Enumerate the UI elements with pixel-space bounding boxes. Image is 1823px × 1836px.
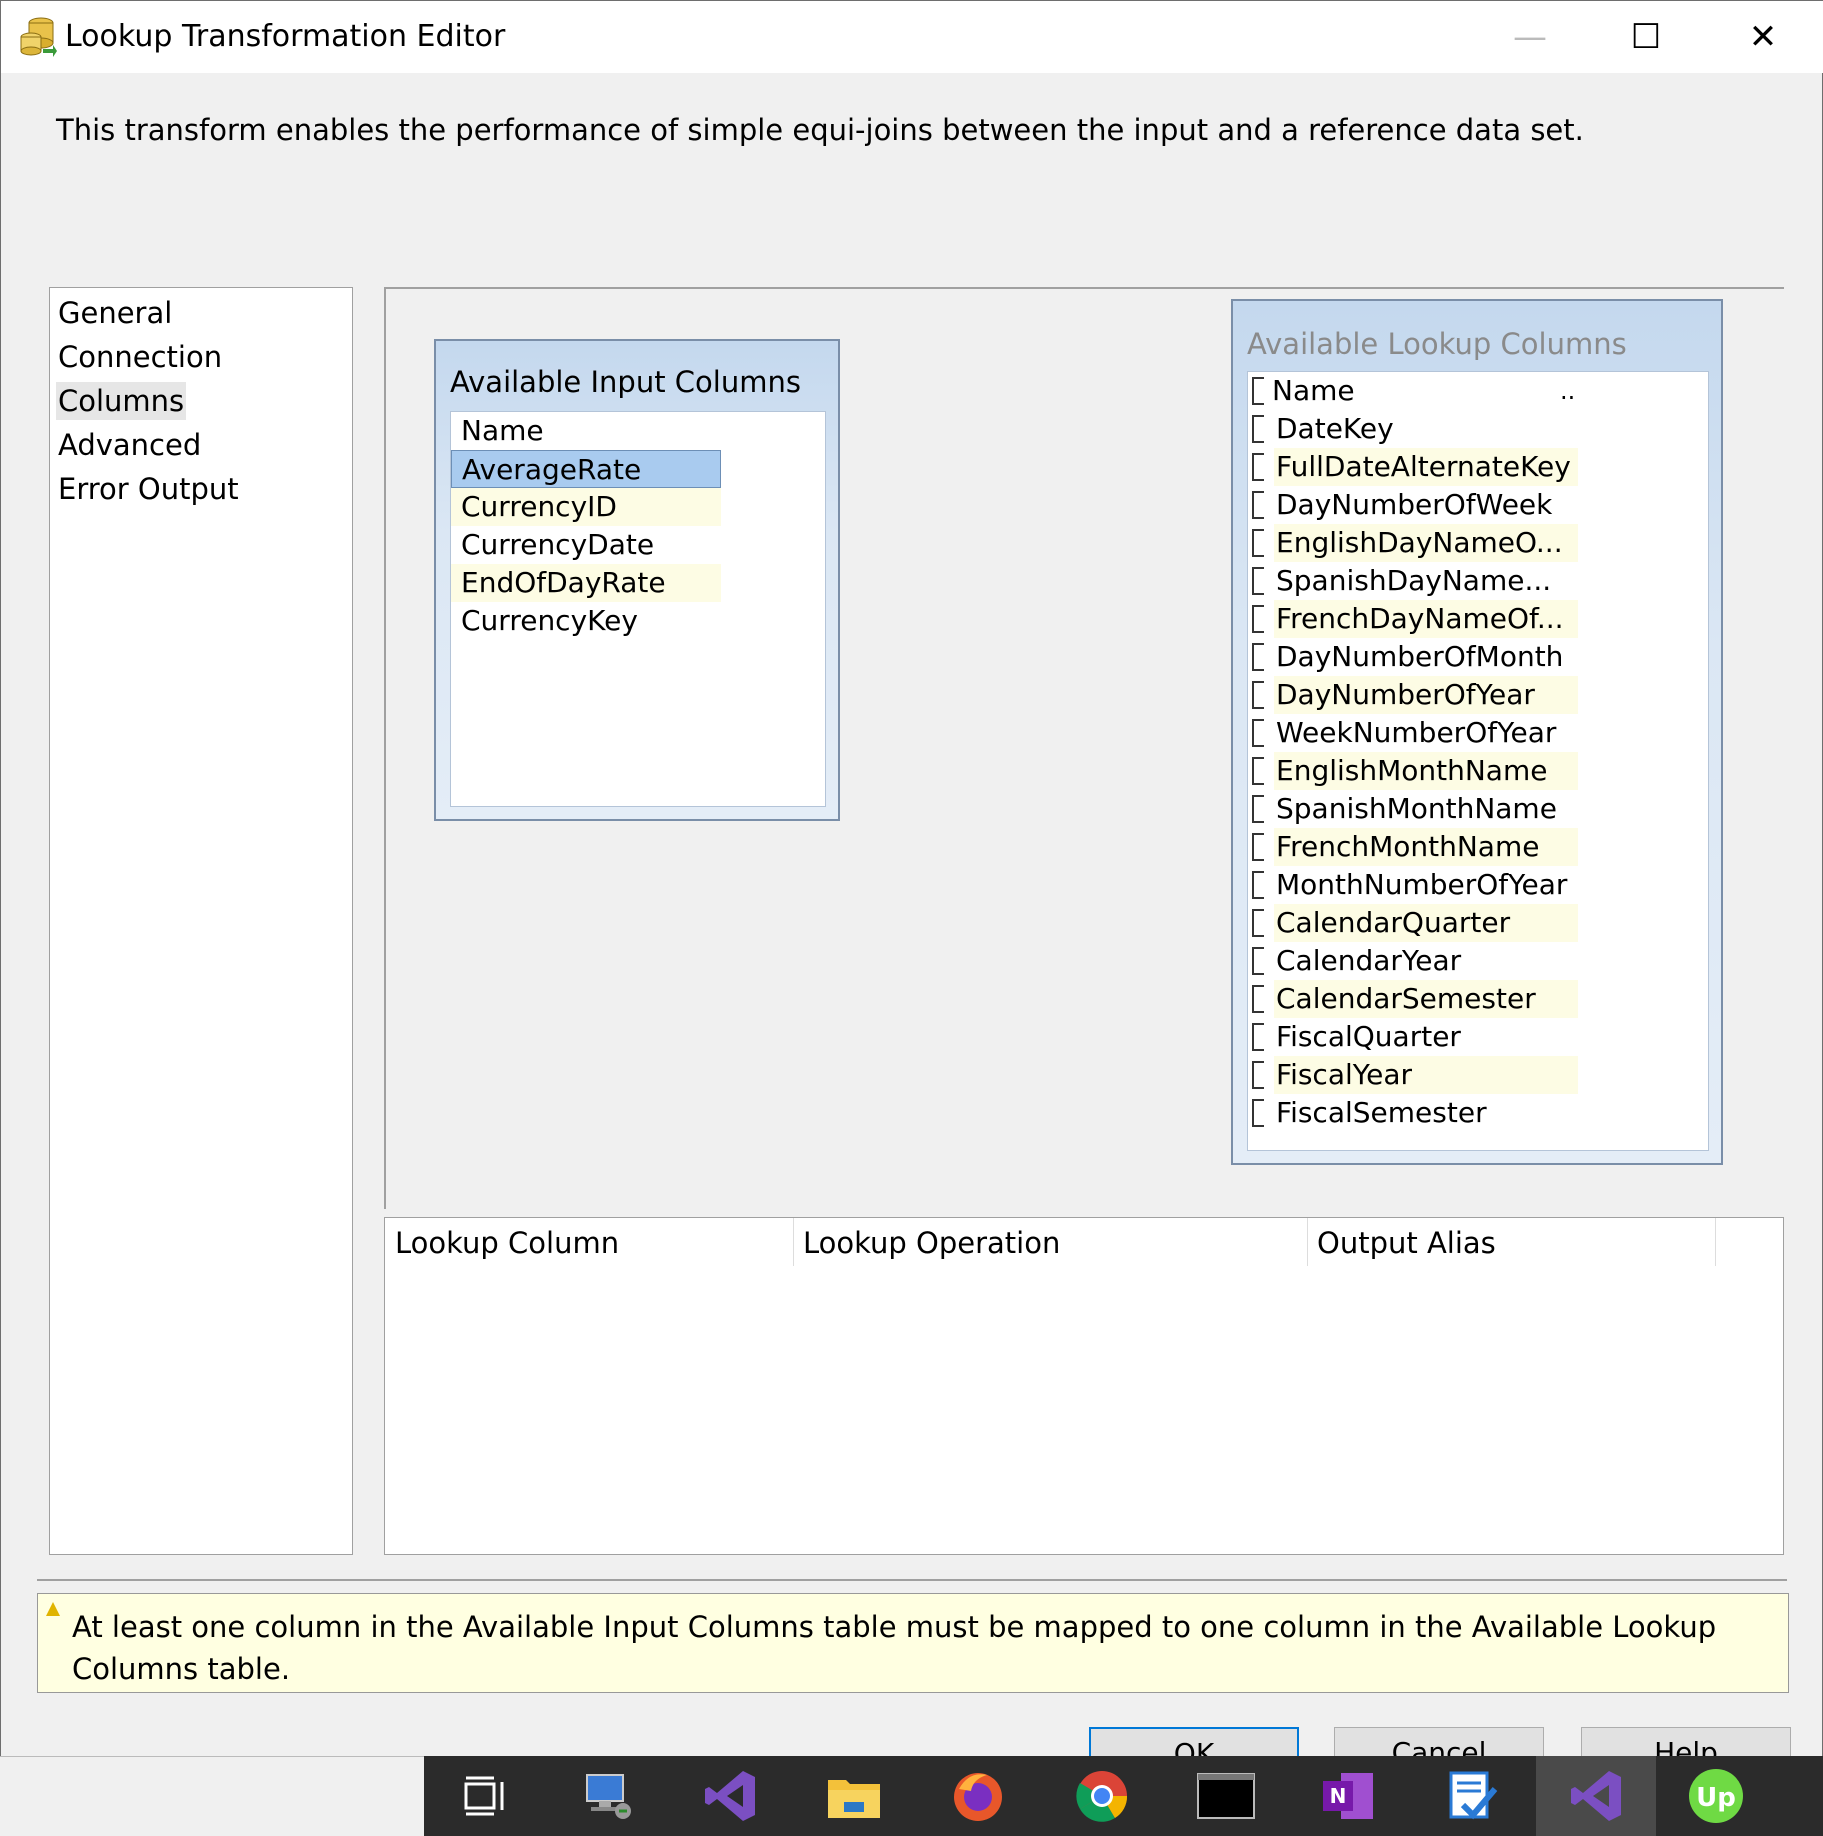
grid-column-divider[interactable] bbox=[1307, 1218, 1308, 1266]
lookup-output-grid[interactable]: Lookup Column Lookup Operation Output Al… bbox=[384, 1217, 1784, 1555]
lookup-column-label: FullDateAlternateKey bbox=[1274, 448, 1578, 486]
lookup-list-header[interactable]: Name .. bbox=[1248, 372, 1588, 410]
svg-text:Up: Up bbox=[1696, 1783, 1736, 1813]
maximize-button[interactable]: ☐ bbox=[1587, 1, 1705, 73]
lookup-column-checkbox[interactable] bbox=[1252, 947, 1264, 975]
grid-header-lookup-column[interactable]: Lookup Column bbox=[395, 1226, 619, 1260]
input-column-row[interactable]: AverageRate bbox=[451, 450, 721, 488]
file-explorer-icon[interactable] bbox=[824, 1766, 884, 1826]
remote-desktop-icon[interactable] bbox=[578, 1766, 638, 1826]
lookup-column-label: EnglishMonthName bbox=[1274, 752, 1578, 790]
grid-column-divider[interactable] bbox=[793, 1218, 794, 1266]
warning-text: At least one column in the Available Inp… bbox=[72, 1610, 1717, 1686]
terminal-icon[interactable] bbox=[1196, 1766, 1256, 1826]
column-mapping-area[interactable]: Available Input Columns Name AverageRate… bbox=[384, 287, 1784, 1209]
nav-item-columns[interactable]: Columns bbox=[56, 382, 187, 420]
lookup-column-label: FiscalSemester bbox=[1276, 1096, 1487, 1129]
lookup-column-label: WeekNumberOfYear bbox=[1276, 716, 1557, 749]
lookup-column-checkbox[interactable] bbox=[1252, 681, 1264, 709]
upwork-icon[interactable]: Up bbox=[1686, 1766, 1746, 1826]
lookup-column-checkbox[interactable] bbox=[1252, 795, 1264, 823]
task-view-icon[interactable] bbox=[454, 1766, 514, 1826]
todo-icon[interactable] bbox=[1442, 1766, 1502, 1826]
lookup-column-label: DayNumberOfYear bbox=[1274, 676, 1578, 714]
lookup-column-checkbox[interactable] bbox=[1252, 985, 1264, 1013]
close-button[interactable]: ✕ bbox=[1704, 1, 1822, 73]
taskbar: N Up bbox=[0, 1756, 1823, 1836]
nav-item-advanced[interactable]: Advanced bbox=[56, 426, 203, 464]
lookup-column-checkbox[interactable] bbox=[1252, 909, 1264, 937]
svg-text:N: N bbox=[1330, 1784, 1347, 1808]
taskbar-search-area[interactable] bbox=[0, 1756, 424, 1836]
lookup-column-label: CalendarSemester bbox=[1274, 980, 1578, 1018]
lookup-column-label: DateKey bbox=[1276, 412, 1394, 445]
lookup-column-label: FiscalYear bbox=[1274, 1056, 1578, 1094]
grid-header-lookup-operation[interactable]: Lookup Operation bbox=[803, 1226, 1060, 1260]
input-table-title: Available Input Columns bbox=[450, 365, 801, 399]
lookup-columns-list[interactable]: Name .. DateKey FullDateAlternateKey Day… bbox=[1247, 371, 1709, 1151]
input-columns-list[interactable]: Name AverageRate CurrencyID CurrencyDate… bbox=[450, 411, 826, 807]
lookup-column-checkbox[interactable] bbox=[1252, 529, 1264, 557]
nav-item-connection[interactable]: Connection bbox=[56, 338, 224, 376]
lookup-column-label: DayNumberOfMonth bbox=[1276, 640, 1564, 673]
lookup-column-checkbox[interactable] bbox=[1252, 453, 1264, 481]
input-column-row[interactable]: CurrencyDate bbox=[451, 526, 721, 564]
lookup-column-label: SpanishMonthName bbox=[1276, 792, 1557, 825]
available-lookup-columns-table[interactable]: Available Lookup Columns Name .. DateKey… bbox=[1231, 299, 1723, 1165]
grid-column-divider[interactable] bbox=[1715, 1218, 1716, 1266]
lookup-column-checkbox[interactable] bbox=[1252, 719, 1264, 747]
lookup-column-label: FrenchMonthName bbox=[1274, 828, 1578, 866]
lookup-table-title: Available Lookup Columns bbox=[1247, 327, 1627, 361]
lookup-column-checkbox[interactable] bbox=[1252, 757, 1264, 785]
window-title: Lookup Transformation Editor bbox=[65, 19, 506, 54]
lookup-column-checkbox[interactable] bbox=[1252, 605, 1264, 633]
lookup-column-checkbox[interactable] bbox=[1252, 1099, 1264, 1127]
input-column-row[interactable]: CurrencyKey bbox=[451, 602, 721, 640]
available-input-columns-table[interactable]: Available Input Columns Name AverageRate… bbox=[434, 339, 840, 821]
visual-studio-icon-active[interactable] bbox=[1536, 1756, 1656, 1836]
lookup-column-label: MonthNumberOfYear bbox=[1276, 868, 1568, 901]
input-column-row[interactable]: EndOfDayRate bbox=[451, 564, 721, 602]
input-list-header: Name bbox=[461, 414, 544, 447]
dialog-window: Lookup Transformation Editor — ☐ ✕ This … bbox=[0, 0, 1823, 1836]
lookup-column-checkbox[interactable] bbox=[1252, 491, 1264, 519]
lookup-column-label: FrenchDayNameOf... bbox=[1274, 600, 1578, 638]
lookup-column-label: CalendarQuarter bbox=[1274, 904, 1578, 942]
lookup-column-label: FiscalQuarter bbox=[1276, 1020, 1461, 1053]
lookup-column-checkbox[interactable] bbox=[1252, 415, 1264, 443]
lookup-column-label: SpanishDayName... bbox=[1276, 564, 1552, 597]
nav-item-general[interactable]: General bbox=[56, 294, 174, 332]
firefox-icon[interactable] bbox=[948, 1766, 1008, 1826]
page-navigation: General Connection Columns Advanced Erro… bbox=[49, 287, 353, 1555]
title-bar[interactable]: Lookup Transformation Editor — ☐ ✕ bbox=[1, 1, 1823, 73]
lookup-column-checkbox[interactable] bbox=[1252, 871, 1264, 899]
lookup-column-checkbox[interactable] bbox=[1252, 1023, 1264, 1051]
lookup-header-more[interactable]: .. bbox=[1560, 372, 1575, 410]
warning-message-panel: At least one column in the Available Inp… bbox=[37, 1593, 1789, 1693]
minimize-button[interactable]: — bbox=[1471, 1, 1589, 73]
select-all-checkbox[interactable] bbox=[1252, 377, 1264, 405]
database-lookup-icon bbox=[20, 17, 57, 57]
chrome-icon[interactable] bbox=[1072, 1766, 1132, 1826]
lookup-column-checkbox[interactable] bbox=[1252, 1061, 1264, 1089]
lookup-header-name: Name bbox=[1272, 374, 1355, 407]
nav-item-error-output[interactable]: Error Output bbox=[56, 470, 241, 508]
onenote-icon[interactable]: N bbox=[1318, 1766, 1378, 1826]
lookup-column-checkbox[interactable] bbox=[1252, 643, 1264, 671]
lookup-column-checkbox[interactable] bbox=[1252, 567, 1264, 595]
lookup-column-label: EnglishDayNameO... bbox=[1274, 524, 1578, 562]
warning-icon bbox=[46, 1602, 60, 1616]
lookup-column-checkbox[interactable] bbox=[1252, 833, 1264, 861]
visual-studio-icon[interactable] bbox=[700, 1766, 760, 1826]
lookup-column-label: CalendarYear bbox=[1276, 944, 1462, 977]
grid-header-output-alias[interactable]: Output Alias bbox=[1317, 1226, 1496, 1260]
lookup-column-label: DayNumberOfWeek bbox=[1276, 488, 1553, 521]
description-text: This transform enables the performance o… bbox=[56, 113, 1584, 147]
separator bbox=[37, 1579, 1787, 1581]
input-column-row[interactable]: CurrencyID bbox=[451, 488, 721, 526]
